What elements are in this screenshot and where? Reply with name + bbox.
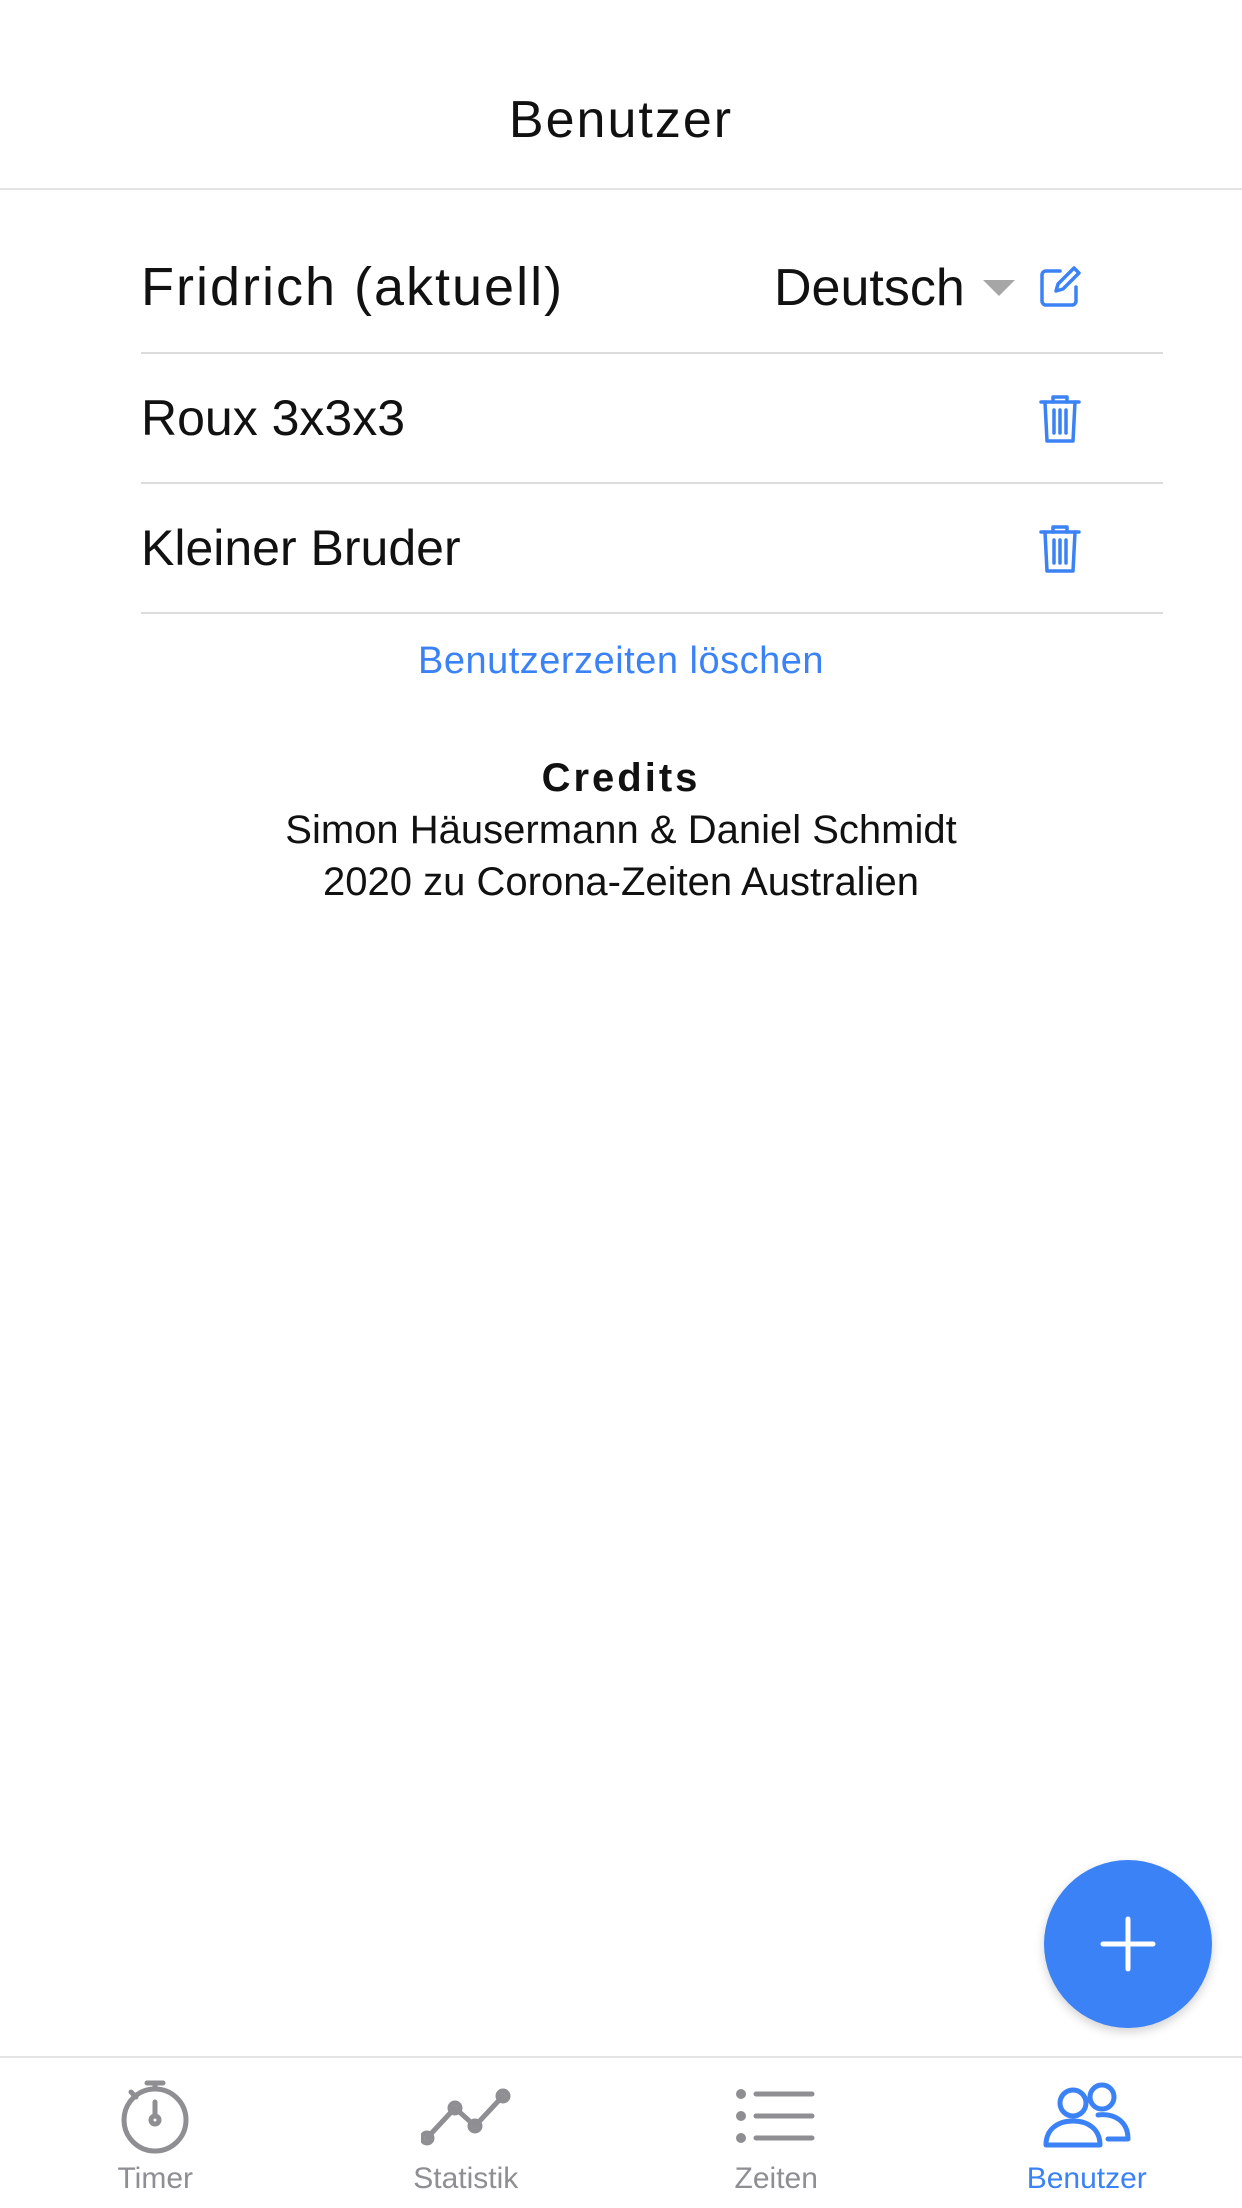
users-icon xyxy=(1042,2076,1132,2156)
user-row[interactable]: Roux 3x3x3 xyxy=(141,354,1163,484)
tab-label: Timer xyxy=(117,2162,194,2195)
header: Benutzer xyxy=(0,0,1242,190)
stopwatch-icon xyxy=(110,2076,200,2156)
tab-benutzer[interactable]: Benutzer xyxy=(932,2058,1242,2208)
add-user-button[interactable] xyxy=(1044,1860,1212,2028)
edit-icon xyxy=(1040,266,1081,307)
list-icon xyxy=(731,2076,821,2156)
app-screen: Benutzer Fridrich (aktuell) Deutsch Roux… xyxy=(0,0,1242,2208)
line-chart-icon xyxy=(420,2076,511,2156)
credits-section: Credits Simon Häusermann & Daniel Schmid… xyxy=(0,752,1242,908)
trash-icon xyxy=(1039,395,1081,443)
tab-timer[interactable]: Timer xyxy=(0,2058,311,2208)
tab-bar: Timer Statistik Zeiten Benutzer xyxy=(0,2056,1242,2208)
edit-user-button[interactable] xyxy=(1031,258,1089,316)
current-user-name: Fridrich (aktuell) xyxy=(141,257,565,317)
language-value: Deutsch xyxy=(774,259,965,317)
delete-user-button[interactable] xyxy=(1031,520,1089,578)
tab-label: Benutzer xyxy=(1026,2162,1147,2195)
delete-user-times-link[interactable]: Benutzerzeiten löschen xyxy=(0,640,1242,683)
page-title: Benutzer xyxy=(508,91,734,149)
credits-authors: Simon Häusermann & Daniel Schmidt xyxy=(285,808,957,852)
tab-label: Zeiten xyxy=(734,2162,818,2195)
language-select[interactable]: Deutsch xyxy=(774,258,1015,318)
trash-icon xyxy=(1039,525,1081,573)
current-user-row: Fridrich (aktuell) Deutsch xyxy=(141,222,1163,354)
credits-note: 2020 zu Corona-Zeiten Australien xyxy=(323,860,919,904)
user-row[interactable]: Kleiner Bruder xyxy=(141,484,1163,614)
tab-zeiten[interactable]: Zeiten xyxy=(621,2058,932,2208)
delete-user-button[interactable] xyxy=(1031,390,1089,448)
user-name: Roux 3x3x3 xyxy=(141,390,406,446)
credits-title: Credits xyxy=(541,756,701,800)
user-list: Fridrich (aktuell) Deutsch Roux 3x3x3 Kl… xyxy=(141,222,1163,614)
caret-down-icon xyxy=(982,280,1015,296)
tab-label: Statistik xyxy=(413,2162,519,2195)
plus-icon xyxy=(1100,1916,1156,1972)
tab-statistik[interactable]: Statistik xyxy=(311,2058,622,2208)
user-name: Kleiner Bruder xyxy=(141,520,461,576)
